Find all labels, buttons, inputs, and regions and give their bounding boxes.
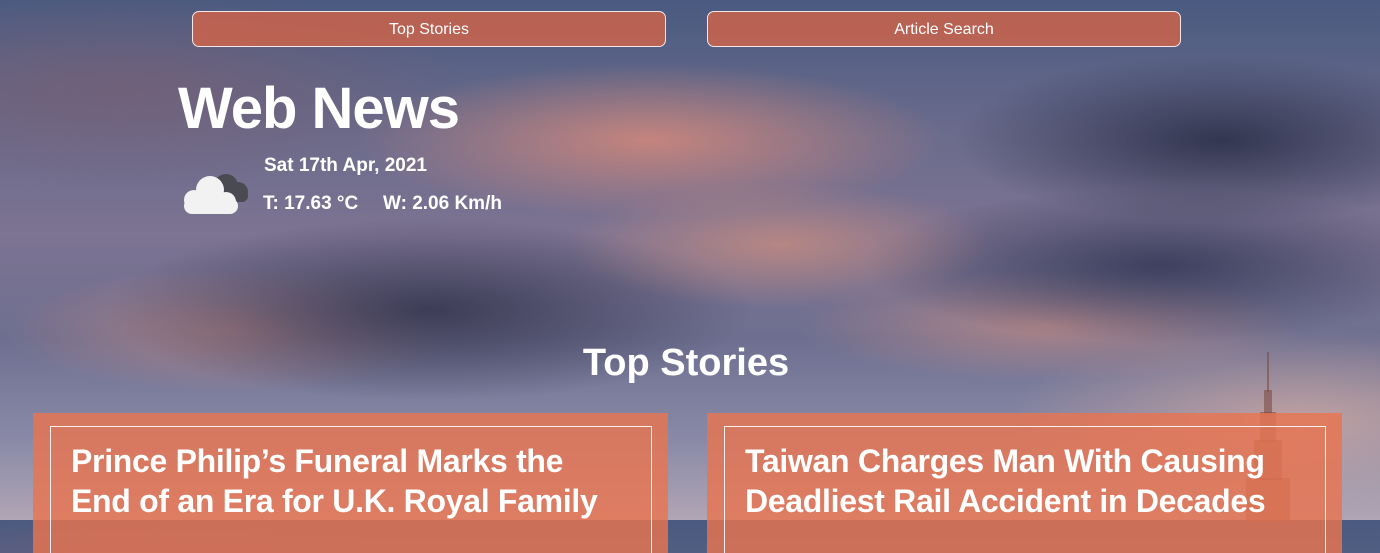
cloudy-icon: [184, 174, 248, 214]
site-title: Web News: [178, 76, 460, 141]
article-card-frame: Taiwan Charges Man With Causing Deadlies…: [724, 426, 1326, 553]
article-card[interactable]: Prince Philip’s Funeral Marks the End of…: [33, 413, 668, 553]
section-title: Top Stories: [582, 342, 790, 384]
article-title[interactable]: Taiwan Charges Man With Causing Deadlies…: [725, 427, 1325, 521]
top-stories-button[interactable]: Top Stories: [192, 11, 666, 47]
temperature-readout: T: 17.63 °C: [263, 193, 359, 214]
wind-speed-readout: W: 2.06 Km/h: [383, 193, 502, 214]
current-date: Sat 17th Apr, 2021: [264, 155, 427, 176]
article-search-button[interactable]: Article Search: [707, 11, 1181, 47]
article-title[interactable]: Prince Philip’s Funeral Marks the End of…: [51, 427, 651, 521]
article-card-frame: Prince Philip’s Funeral Marks the End of…: [50, 426, 652, 553]
article-card[interactable]: Taiwan Charges Man With Causing Deadlies…: [707, 413, 1342, 553]
